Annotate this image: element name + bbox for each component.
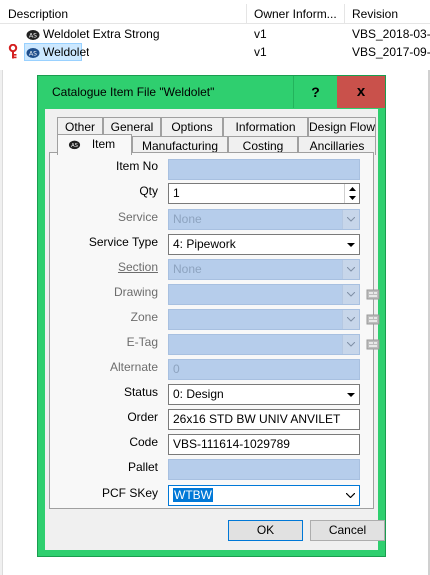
etag-select[interactable]: [168, 334, 360, 355]
close-button[interactable]: x: [337, 76, 385, 108]
selected-text: WTBW: [173, 488, 213, 502]
pcf-skey-label: PCF SKey: [101, 486, 158, 500]
key-icon: [8, 44, 18, 59]
spin-down-icon[interactable]: [345, 193, 359, 202]
status-label: Status: [123, 385, 158, 399]
service-type-value: 4: Pipework: [173, 237, 236, 251]
service-value: None: [173, 212, 202, 226]
fitting-icon: AS: [68, 140, 81, 150]
svg-text:AS: AS: [71, 143, 78, 149]
zone-select[interactable]: [168, 309, 360, 330]
pcf-skey-select[interactable]: WTBW: [168, 485, 360, 506]
item-tab-panel: Item No Qty 1 Service None Service Type: [49, 152, 380, 509]
item-no-label: Item No: [115, 159, 158, 173]
tab-information[interactable]: Information: [223, 117, 308, 136]
drawing-select[interactable]: [168, 284, 360, 305]
chevron-down-icon[interactable]: [342, 260, 359, 279]
spin-up-icon[interactable]: [345, 184, 359, 193]
code-label: Code: [129, 435, 158, 449]
tab-item[interactable]: AS Item: [57, 134, 132, 155]
pcf-skey-value: WTBW: [173, 486, 213, 505]
svg-text:AS: AS: [29, 33, 37, 40]
chevron-down-icon[interactable]: [342, 285, 359, 304]
list-item-revision: VBS_2017-09-0: [352, 45, 430, 59]
ok-button[interactable]: OK: [228, 520, 303, 541]
database-lookup-icon[interactable]: [365, 312, 383, 326]
catalogue-item-dialog: Catalogue Item File "Weldolet" ? x Other…: [37, 75, 386, 557]
alternate-field[interactable]: 0: [168, 359, 360, 380]
drawing-label: Drawing: [113, 285, 158, 299]
cancel-button[interactable]: Cancel: [310, 520, 385, 541]
service-type-label: Service Type: [88, 235, 158, 249]
pallet-label: Pallet: [127, 460, 158, 474]
svg-text:AS: AS: [29, 51, 37, 58]
service-select[interactable]: None: [168, 209, 360, 230]
scroll-rail: [0, 70, 3, 575]
dialog-titlebar[interactable]: Catalogue Item File "Weldolet" ? x: [38, 76, 385, 108]
chevron-down-icon[interactable]: [342, 210, 359, 229]
item-no-field[interactable]: [168, 159, 360, 180]
dialog-client-area: Other General Options Information Design…: [45, 109, 385, 550]
section-select[interactable]: None: [168, 259, 360, 280]
help-button[interactable]: ?: [293, 76, 337, 108]
code-value: VBS-111614-1029789: [173, 437, 290, 451]
list-item-description: Weldolet: [43, 45, 90, 59]
alternate-label: Alternate: [109, 360, 158, 374]
qty-value: 1: [173, 186, 180, 200]
chevron-down-icon[interactable]: [342, 486, 359, 505]
dropdown-arrow-icon[interactable]: [342, 385, 359, 404]
section-value: None: [173, 262, 202, 276]
pallet-field[interactable]: [168, 459, 360, 480]
dropdown-arrow-icon[interactable]: [342, 235, 359, 254]
list-item-owner: v1: [254, 45, 267, 59]
qty-label: Qty: [139, 184, 158, 198]
database-lookup-icon[interactable]: [365, 287, 383, 301]
fitting-icon: AS: [26, 48, 40, 58]
column-header-description[interactable]: Description: [0, 4, 246, 24]
list-item[interactable]: AS Weldolet v1 VBS_2017-09-0: [0, 43, 430, 61]
list-item-revision: VBS_2018-03-1: [352, 27, 430, 41]
list-header: Description Owner Inform... Revision: [0, 4, 430, 24]
status-value: 0: Design: [173, 387, 224, 401]
code-field[interactable]: VBS-111614-1029789: [168, 434, 360, 455]
tab-item-label: Item: [91, 137, 116, 151]
database-lookup-icon[interactable]: [365, 337, 383, 351]
column-header-owner[interactable]: Owner Inform...: [246, 4, 344, 24]
chevron-down-icon[interactable]: [342, 310, 359, 329]
section-label[interactable]: Section: [50, 260, 158, 274]
qty-spin-buttons[interactable]: [344, 184, 359, 203]
tab-design-flow[interactable]: Design Flow: [308, 117, 376, 136]
order-value: 26x16 STD BW UNIV ANVILET: [173, 412, 341, 426]
tab-options[interactable]: Options: [161, 117, 223, 136]
list-item-owner: v1: [254, 27, 267, 41]
etag-label: E-Tag: [126, 335, 158, 349]
order-field[interactable]: 26x16 STD BW UNIV ANVILET: [168, 409, 360, 430]
zone-label: Zone: [130, 310, 158, 324]
chevron-down-icon[interactable]: [342, 335, 359, 354]
service-label: Service: [117, 210, 158, 224]
order-label: Order: [127, 410, 158, 424]
alternate-value: 0: [173, 362, 180, 376]
dialog-title: Catalogue Item File "Weldolet": [52, 85, 215, 99]
fitting-icon: AS: [26, 30, 40, 40]
list-item-description: Weldolet Extra Strong: [43, 27, 160, 41]
column-header-revision[interactable]: Revision: [344, 4, 430, 24]
status-select[interactable]: 0: Design: [168, 384, 360, 405]
service-type-select[interactable]: 4: Pipework: [168, 234, 360, 255]
list-item[interactable]: AS Weldolet Extra Strong v1 VBS_2018-03-…: [0, 25, 430, 43]
qty-stepper[interactable]: 1: [168, 183, 360, 204]
